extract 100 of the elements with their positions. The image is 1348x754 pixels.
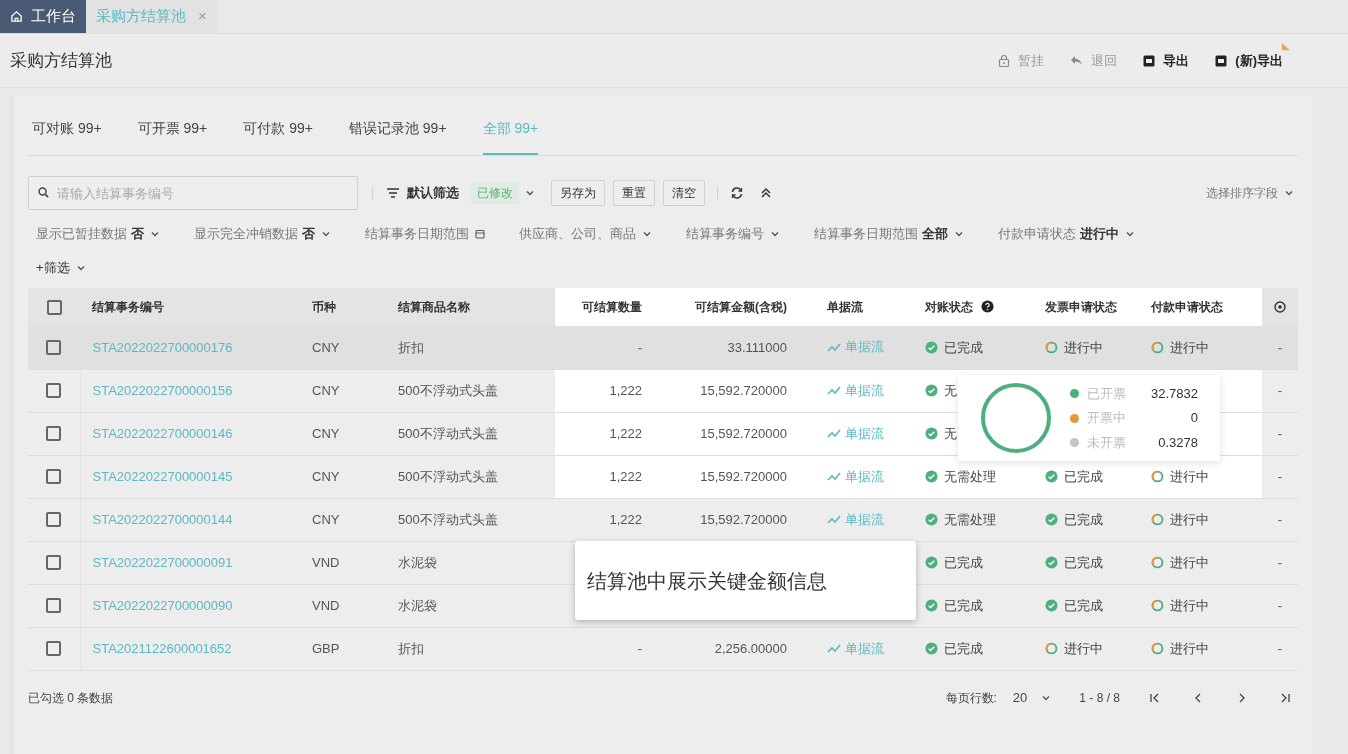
column-header: 可结算数量 bbox=[582, 300, 642, 314]
action-button[interactable]: 导出 bbox=[1143, 50, 1190, 71]
filter-label[interactable]: 显示已暂挂数据 bbox=[36, 224, 127, 244]
chevron-down-icon bbox=[642, 229, 652, 239]
checkbox[interactable] bbox=[46, 426, 62, 441]
filter-value[interactable]: 否 bbox=[302, 224, 315, 244]
filter-value[interactable]: 全部 bbox=[922, 224, 948, 244]
check-circle-icon bbox=[1045, 599, 1058, 612]
checkbox[interactable] bbox=[46, 598, 62, 613]
table-cell: - bbox=[1277, 640, 1283, 656]
legend-label: 已开票 bbox=[1087, 384, 1126, 403]
filter-label[interactable]: 显示完全冲销数据 bbox=[194, 224, 298, 244]
status-text: 已完成 bbox=[944, 639, 983, 658]
trend-icon bbox=[827, 514, 841, 524]
chevron-down-icon bbox=[75, 263, 86, 273]
table-cell: - bbox=[1277, 382, 1283, 398]
chevron-down-icon bbox=[321, 229, 331, 239]
progress-ring-icon bbox=[1151, 599, 1164, 612]
check-circle-icon bbox=[1045, 556, 1058, 569]
page-size-select[interactable]: 20 bbox=[1012, 687, 1028, 708]
checkbox[interactable] bbox=[46, 641, 62, 656]
table-cell: 水泥袋 bbox=[398, 597, 437, 613]
filter-label[interactable]: 供应商、公司、商品 bbox=[519, 224, 636, 244]
table-cell: 15,592.720000 bbox=[700, 382, 787, 398]
progress-ring-icon bbox=[1151, 642, 1164, 655]
export-icon bbox=[1143, 54, 1156, 67]
checkbox[interactable] bbox=[46, 512, 62, 527]
checkbox[interactable] bbox=[46, 555, 62, 570]
selection-count: 已勾选 0 条数据 bbox=[28, 689, 114, 707]
window-tab[interactable]: 采购方结算池 × bbox=[86, 0, 217, 33]
refresh-icon[interactable] bbox=[730, 186, 744, 200]
table-row[interactable]: STA2022022700000145 CNY 500不浮动式头盖 1,222 15,592.720000 单据流 无需处理 已完成 进行中 - bbox=[28, 455, 1298, 498]
table-cell: 折扣 bbox=[398, 640, 424, 656]
progress-ring-icon bbox=[1151, 340, 1164, 354]
filter-label[interactable]: 结算事务日期范围 bbox=[814, 224, 918, 244]
table-cell: 500不浮动式头盖 bbox=[398, 468, 498, 484]
filter-preset-label[interactable]: 默认筛选 bbox=[407, 183, 459, 203]
status-text: 无 bbox=[944, 381, 957, 400]
chevron-down-icon bbox=[1125, 229, 1135, 239]
progress-ring-icon bbox=[1151, 513, 1164, 526]
status-text: 进行中 bbox=[1170, 596, 1209, 615]
tab[interactable]: 可对账 99+ bbox=[32, 118, 102, 155]
filter-label[interactable]: 付款申请状态 bbox=[998, 224, 1076, 244]
filter-value[interactable]: 否 bbox=[131, 224, 144, 244]
status-text: 进行中 bbox=[1064, 639, 1103, 658]
filter-label[interactable]: 结算事务编号 bbox=[686, 224, 764, 244]
table-cell: CNY bbox=[312, 425, 340, 441]
legend-label: 未开票 bbox=[1087, 433, 1126, 452]
progress-ring-icon bbox=[1151, 556, 1164, 569]
table-cell: 15,592.720000 bbox=[700, 468, 787, 484]
filter-value[interactable]: 进行中 bbox=[1080, 224, 1119, 244]
corner-flag-icon bbox=[1281, 42, 1290, 52]
checkbox[interactable] bbox=[46, 339, 62, 355]
tab[interactable]: 错误记录池 99+ bbox=[348, 118, 447, 155]
filter-label[interactable]: 结算事务日期范围 bbox=[365, 224, 469, 244]
table-cell: VND bbox=[312, 597, 340, 613]
help-icon bbox=[981, 300, 994, 313]
table-cell: 2,256.00000 bbox=[714, 640, 787, 656]
action-button[interactable]: (新)导出 bbox=[1215, 42, 1290, 71]
table-cell: CNY bbox=[312, 339, 340, 355]
table-cell: CNY bbox=[312, 468, 340, 484]
settings-icon[interactable] bbox=[1274, 301, 1286, 313]
table-cell: - bbox=[637, 640, 642, 656]
status-text: 已完成 bbox=[944, 338, 983, 357]
table-cell: 33.111000 bbox=[727, 339, 787, 355]
sort-field-select[interactable]: 选择排序字段 bbox=[1206, 184, 1278, 202]
legend-value: 0.3278 bbox=[1158, 433, 1198, 452]
column-header: 发票申请状态 bbox=[1045, 300, 1117, 314]
checkbox[interactable] bbox=[46, 469, 62, 484]
reply-icon bbox=[1070, 55, 1084, 66]
table-cell: - bbox=[1277, 554, 1283, 570]
tab[interactable]: 可开票 99+ bbox=[137, 118, 208, 155]
check-circle-icon bbox=[925, 599, 938, 612]
search-field[interactable]: 请输入结算事务编号 bbox=[28, 176, 358, 210]
table-cell: 折扣 bbox=[398, 339, 424, 355]
table-cell: 水泥袋 bbox=[398, 554, 437, 570]
table-row[interactable]: STA2021122600001652 GBP 折扣 - 2,256.00000 单据流 已完成 进行中 进行中 - bbox=[28, 627, 1298, 670]
home-icon bbox=[10, 10, 23, 23]
last-page-icon[interactable] bbox=[1280, 691, 1292, 704]
checkbox[interactable] bbox=[46, 299, 62, 315]
table-row[interactable]: STA2022022700000144 CNY 500不浮动式头盖 1,222 15,592.720000 单据流 无需处理 已完成 进行中 - bbox=[28, 498, 1298, 541]
first-page-icon[interactable] bbox=[1148, 691, 1160, 704]
window-tab[interactable]: 工作台 bbox=[0, 0, 86, 33]
close-icon[interactable]: × bbox=[198, 5, 207, 28]
status-text: 无需处理 bbox=[944, 510, 996, 529]
toolbar-button[interactable]: 清空 bbox=[663, 180, 705, 206]
add-filter-button[interactable]: +筛选 bbox=[36, 258, 70, 278]
checkbox[interactable] bbox=[46, 383, 62, 398]
collapse-icon[interactable] bbox=[760, 187, 772, 199]
table-cell: CNY bbox=[312, 382, 340, 398]
page-size-label: 每页行数: bbox=[945, 689, 997, 707]
chevron-down-icon bbox=[770, 229, 780, 239]
column-header: 币种 bbox=[312, 300, 336, 314]
table-cell: 500不浮动式头盖 bbox=[398, 425, 498, 441]
toolbar-button[interactable]: 另存为 bbox=[551, 180, 605, 206]
table-row[interactable]: STA2022022700000176 CNY 折扣 - 33.111000 单据流 已完成 进行中 进行中 - bbox=[28, 326, 1298, 369]
toolbar-button[interactable]: 重置 bbox=[613, 180, 655, 206]
progress-ring-icon bbox=[1045, 642, 1058, 655]
tab[interactable]: 可付款 99+ bbox=[243, 118, 313, 155]
progress-ring-icon bbox=[1151, 470, 1164, 483]
